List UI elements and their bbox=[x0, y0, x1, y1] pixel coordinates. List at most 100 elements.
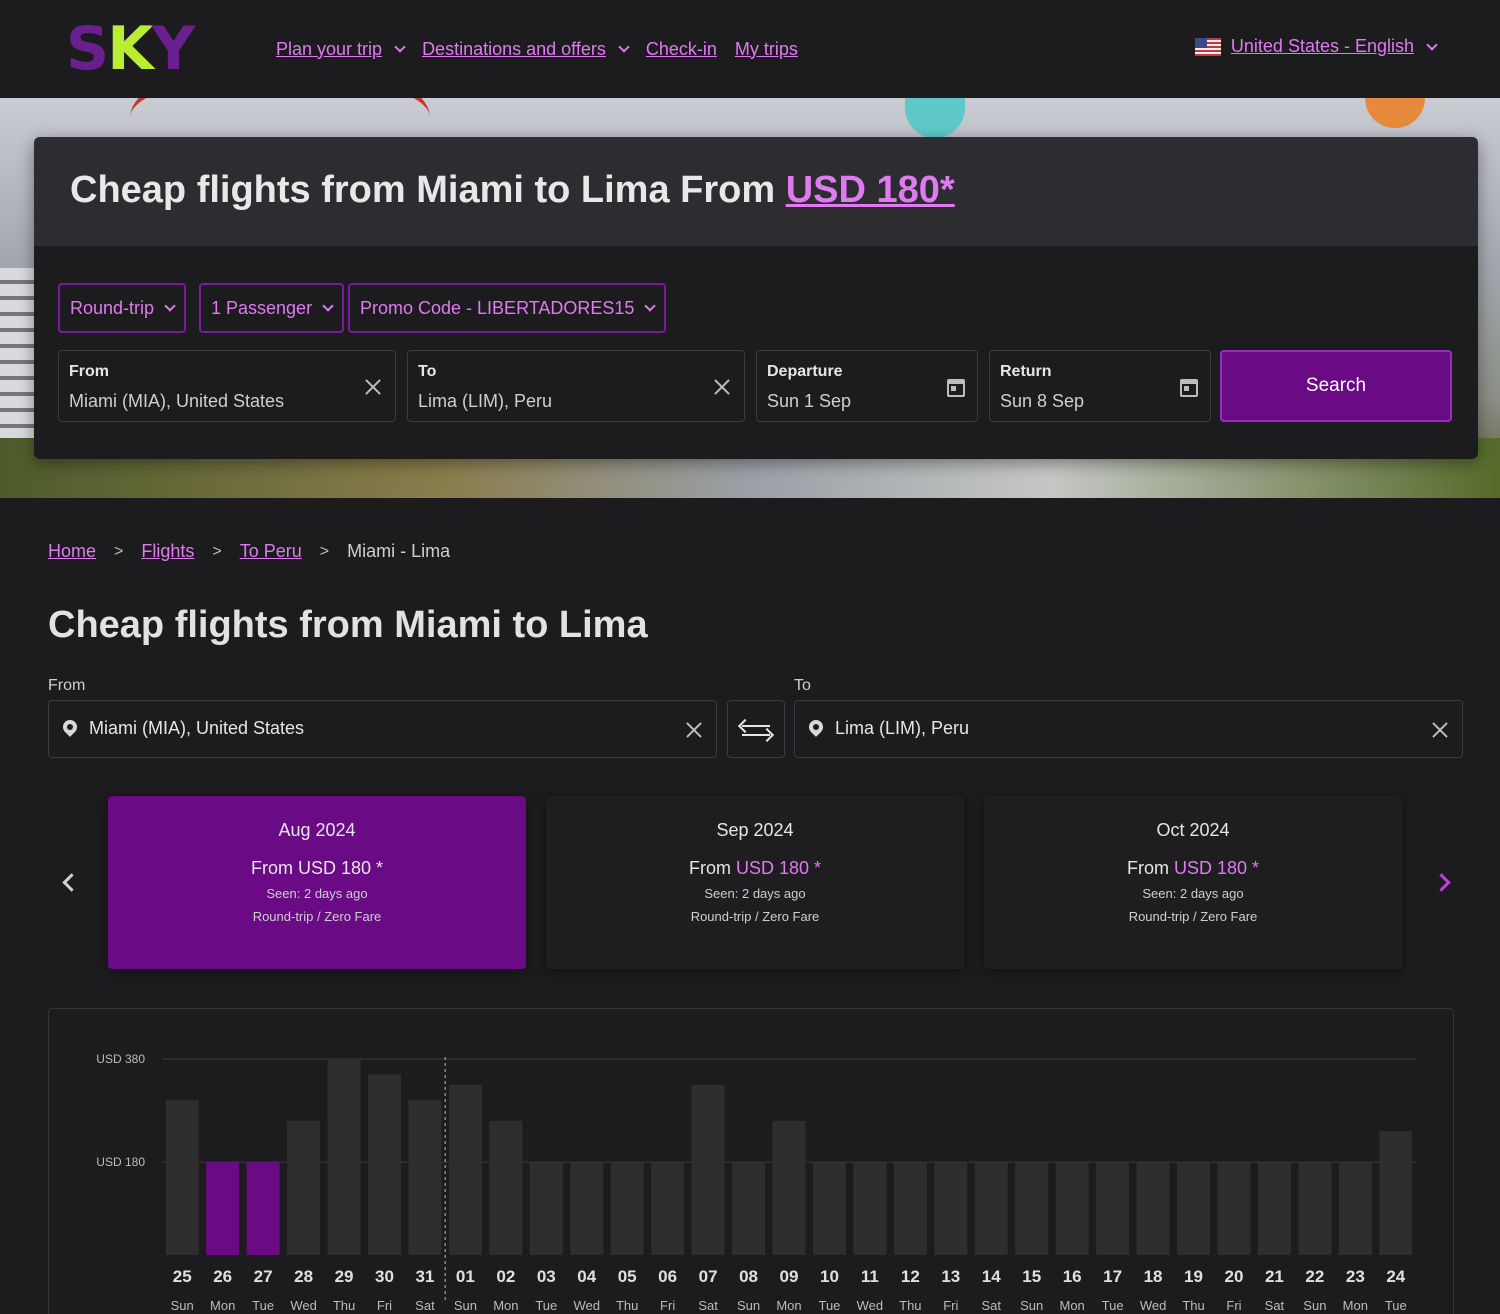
price-chart: USD 380 USD 180 25 Sun 26 Mon 27 Tue 28 Wed 29 Thu 3… bbox=[48, 1008, 1454, 1314]
chart-x-tick-weekday: Thu bbox=[899, 1298, 921, 1313]
route-from-input[interactable]: Miami (MIA), United States bbox=[48, 700, 717, 758]
breadcrumb-separator-icon: > bbox=[212, 542, 222, 560]
clear-icon[interactable] bbox=[1430, 720, 1450, 740]
promo-code-label: Promo Code - LIBERTADORES15 bbox=[360, 297, 635, 318]
chart-bar bbox=[448, 1084, 482, 1255]
chevron-down-icon bbox=[1426, 38, 1438, 51]
to-field[interactable]: To Lima (LIM), Peru bbox=[407, 350, 745, 422]
month-card-oct[interactable]: Oct 2024 From USD 180 * Seen: 2 days ago… bbox=[984, 796, 1402, 969]
chart-x-tick-weekday: Fri bbox=[377, 1298, 392, 1313]
chart-x-tick-weekday: Sat bbox=[982, 1298, 1002, 1313]
chart-bar bbox=[165, 1100, 199, 1255]
month-price-asterisk: * bbox=[1247, 858, 1260, 878]
chart-x-tick-day: 02 bbox=[496, 1267, 515, 1286]
clear-icon[interactable] bbox=[712, 377, 732, 397]
departure-field[interactable]: Departure Sun 1 Sep bbox=[756, 350, 978, 422]
search-card-header: Cheap flights from Miami to Lima From US… bbox=[34, 137, 1478, 246]
month-price-value: USD 180 bbox=[297, 858, 372, 878]
chart-bar bbox=[489, 1120, 523, 1255]
swap-route-button[interactable] bbox=[727, 700, 785, 758]
chart-x-tick-day: 27 bbox=[254, 1267, 273, 1286]
month-title: Sep 2024 bbox=[716, 820, 794, 840]
chart-x-tick-day: 23 bbox=[1346, 1267, 1365, 1286]
chart-x-tick-weekday: Tue bbox=[818, 1298, 840, 1313]
chart-bar bbox=[1136, 1162, 1170, 1255]
clear-icon[interactable] bbox=[363, 377, 383, 397]
route-to-label: To bbox=[794, 677, 811, 694]
chart-x-tick-day: 29 bbox=[335, 1267, 354, 1286]
chart-x-tick-weekday: Tue bbox=[1385, 1298, 1407, 1313]
month-seen: Seen: 2 days ago bbox=[266, 886, 368, 901]
chart-x-tick-weekday: Tue bbox=[535, 1298, 557, 1313]
month-title: Oct 2024 bbox=[1156, 820, 1230, 840]
calendar-icon bbox=[947, 379, 965, 397]
from-field-label: From bbox=[69, 363, 109, 380]
chart-bar bbox=[772, 1120, 806, 1255]
month-card-sep[interactable]: Sep 2024 From USD 180 * Seen: 2 days ago… bbox=[546, 796, 964, 969]
breadcrumb-flights[interactable]: Flights bbox=[141, 541, 194, 562]
to-field-label: To bbox=[418, 363, 437, 380]
chart-bar bbox=[610, 1162, 644, 1255]
chart-x-tick-day: 25 bbox=[173, 1267, 192, 1286]
month-fare-type: Round-trip / Zero Fare bbox=[1128, 909, 1258, 924]
swap-arrows-icon bbox=[742, 725, 770, 727]
departure-field-value: Sun 1 Sep bbox=[767, 391, 852, 411]
chart-x-tick-weekday: Wed bbox=[290, 1298, 317, 1313]
chart-bar bbox=[651, 1162, 685, 1255]
promo-code-dropdown[interactable]: Promo Code - LIBERTADORES15 bbox=[348, 283, 667, 333]
carousel-next-icon[interactable] bbox=[1432, 870, 1456, 894]
chart-x-tick-weekday: Mon bbox=[493, 1298, 518, 1313]
search-button[interactable]: Search bbox=[1220, 350, 1452, 422]
chart-y-tick-label: USD 380 bbox=[96, 1052, 145, 1066]
page-title: Cheap flights from Miami to Lima bbox=[48, 604, 648, 646]
chart-bar bbox=[1338, 1162, 1372, 1255]
month-fare-type: Round-trip / Zero Fare bbox=[252, 909, 382, 924]
chart-x-tick-day: 05 bbox=[618, 1267, 637, 1286]
chevron-down-icon bbox=[322, 300, 334, 312]
month-card-aug[interactable]: Aug 2024 From USD 180 * Seen: 2 days ago… bbox=[108, 796, 526, 969]
clear-icon[interactable] bbox=[684, 720, 704, 740]
breadcrumb-to-peru[interactable]: To Peru bbox=[240, 541, 302, 562]
return-field-value: Sun 8 Sep bbox=[1000, 391, 1085, 411]
nav-destinations-label: Destinations and offers bbox=[422, 38, 606, 59]
chart-x-tick-day: 15 bbox=[1022, 1267, 1041, 1286]
hero-title-text: Cheap flights from Miami to Lima From bbox=[70, 169, 786, 211]
passenger-dropdown[interactable]: 1 Passenger bbox=[199, 283, 345, 333]
chevron-down-icon bbox=[394, 41, 406, 53]
breadcrumb-home[interactable]: Home bbox=[48, 541, 96, 562]
chart-x-tick-day: 17 bbox=[1103, 1267, 1122, 1286]
sky-logo[interactable]: SKY bbox=[66, 18, 216, 80]
language-label: United States - English bbox=[1230, 36, 1414, 56]
departure-field-label: Departure bbox=[767, 363, 843, 380]
chevron-down-icon bbox=[618, 41, 630, 53]
nav-plan-trip[interactable]: Plan your trip bbox=[276, 38, 406, 60]
chart-x-tick-day: 26 bbox=[213, 1267, 232, 1286]
nav-checkin[interactable]: Check-in bbox=[646, 39, 717, 60]
nav-my-trips[interactable]: My trips bbox=[735, 39, 798, 60]
chart-x-tick-weekday: Thu bbox=[333, 1298, 355, 1313]
nav-plan-trip-label: Plan your trip bbox=[276, 38, 383, 59]
chart-x-tick-weekday: Sat bbox=[1265, 1298, 1285, 1313]
route-to-input[interactable]: Lima (LIM), Peru bbox=[794, 700, 1463, 758]
trip-type-dropdown[interactable]: Round-trip bbox=[58, 283, 187, 333]
chart-x-tick-weekday: Wed bbox=[857, 1298, 884, 1313]
carousel-prev-icon[interactable] bbox=[56, 870, 80, 894]
chart-x-tick-day: 16 bbox=[1063, 1267, 1082, 1286]
top-nav: SKY Plan your trip Destinations and offe… bbox=[0, 0, 1500, 98]
chart-x-tick-weekday: Tue bbox=[1102, 1298, 1124, 1313]
from-field-value: Miami (MIA), United States bbox=[69, 391, 285, 411]
chart-x-tick-day: 03 bbox=[537, 1267, 556, 1286]
chart-bar bbox=[1177, 1162, 1211, 1255]
month-price-value: USD 180 bbox=[735, 858, 810, 878]
language-selector[interactable]: United States - English bbox=[1194, 36, 1438, 57]
month-fare-type: Round-trip / Zero Fare bbox=[690, 909, 820, 924]
chart-bar bbox=[1096, 1162, 1130, 1255]
chart-bar bbox=[1015, 1162, 1049, 1255]
from-field[interactable]: From Miami (MIA), United States bbox=[58, 350, 396, 422]
chart-bar bbox=[1298, 1162, 1332, 1255]
nav-destinations[interactable]: Destinations and offers bbox=[422, 38, 630, 60]
hero-title-price-link[interactable]: USD 180* bbox=[786, 169, 955, 211]
chart-x-tick-weekday: Mon bbox=[1060, 1298, 1085, 1313]
return-field[interactable]: Return Sun 8 Sep bbox=[989, 350, 1211, 422]
price-chart-svg: USD 380 USD 180 25 Sun 26 Mon 27 Tue 28 Wed 29 Thu 3… bbox=[96, 1052, 1416, 1313]
